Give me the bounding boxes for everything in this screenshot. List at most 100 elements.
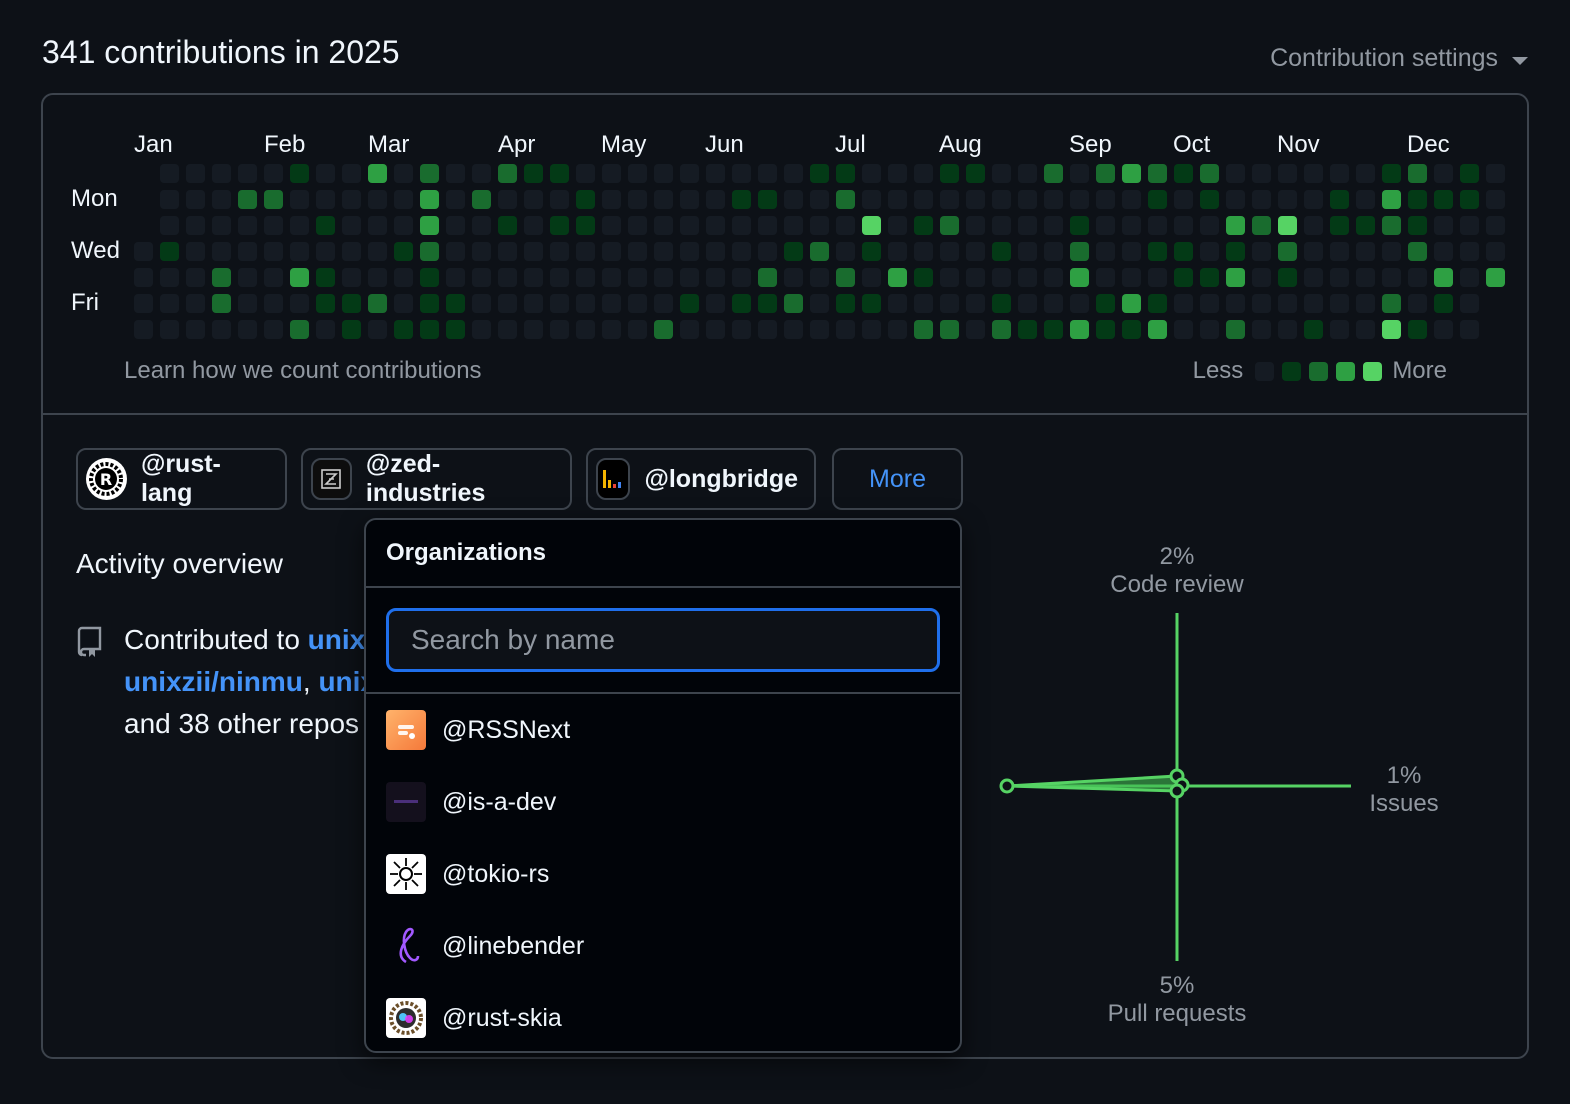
contribution-day[interactable] [1226,320,1245,339]
contribution-day[interactable] [1304,294,1323,313]
contribution-day[interactable] [706,216,725,235]
contribution-day[interactable] [1382,190,1401,209]
contribution-day[interactable] [186,294,205,313]
contribution-day[interactable] [992,164,1011,183]
contribution-day[interactable] [862,164,881,183]
contribution-day[interactable] [238,164,257,183]
contribution-day[interactable] [212,320,231,339]
contribution-day[interactable] [1330,268,1349,287]
contribution-day[interactable] [628,190,647,209]
contribution-day[interactable] [1096,320,1115,339]
contribution-day[interactable] [1122,190,1141,209]
contribution-day[interactable] [914,190,933,209]
contribution-day[interactable] [394,190,413,209]
contribution-day[interactable] [1252,320,1271,339]
contribution-day[interactable] [914,268,933,287]
contribution-day[interactable] [862,242,881,261]
contribution-day[interactable] [862,320,881,339]
contribution-day[interactable] [1018,216,1037,235]
contribution-day[interactable] [1356,164,1375,183]
contribution-day[interactable] [1408,268,1427,287]
contribution-day[interactable] [472,190,491,209]
contribution-day[interactable] [940,320,959,339]
contribution-day[interactable] [1200,190,1219,209]
contribution-day[interactable] [524,190,543,209]
contribution-day[interactable] [836,216,855,235]
contribution-day[interactable] [706,320,725,339]
contribution-day[interactable] [784,242,803,261]
contribution-day[interactable] [1044,190,1063,209]
contribution-day[interactable] [1174,320,1193,339]
contribution-day[interactable] [1148,320,1167,339]
contribution-day[interactable] [914,164,933,183]
contribution-day[interactable] [758,164,777,183]
contribution-day[interactable] [472,164,491,183]
contribution-day[interactable] [1200,216,1219,235]
contribution-day[interactable] [446,190,465,209]
contribution-day[interactable] [1018,190,1037,209]
contribution-day[interactable] [264,320,283,339]
contribution-day[interactable] [160,320,179,339]
contribution-day[interactable] [992,294,1011,313]
contribution-day[interactable] [654,190,673,209]
contribution-day[interactable] [1200,242,1219,261]
contribution-day[interactable] [1148,294,1167,313]
contribution-day[interactable] [316,190,335,209]
contribution-day[interactable] [1070,268,1089,287]
repo-link[interactable]: unixzii/ninmu [124,666,303,697]
contribution-day[interactable] [342,216,361,235]
contribution-day[interactable] [888,216,907,235]
contribution-day[interactable] [836,320,855,339]
contribution-day[interactable] [1382,216,1401,235]
contribution-day[interactable] [914,294,933,313]
contribution-day[interactable] [420,268,439,287]
contribution-day[interactable] [576,294,595,313]
contribution-day[interactable] [1408,164,1427,183]
contribution-day[interactable] [810,190,829,209]
contribution-day[interactable] [1486,216,1505,235]
contribution-day[interactable] [1434,320,1453,339]
contribution-day[interactable] [1434,294,1453,313]
contribution-day[interactable] [394,320,413,339]
contribution-day[interactable] [576,242,595,261]
contribution-day[interactable] [1200,268,1219,287]
contribution-day[interactable] [1460,294,1479,313]
contribution-day[interactable] [1408,216,1427,235]
contribution-day[interactable] [238,242,257,261]
contribution-day[interactable] [680,242,699,261]
contribution-day[interactable] [602,320,621,339]
contribution-day[interactable] [602,268,621,287]
contribution-day[interactable] [524,242,543,261]
contribution-day[interactable] [498,268,517,287]
contribution-day[interactable] [1070,242,1089,261]
contribution-day[interactable] [290,190,309,209]
contribution-day[interactable] [1122,216,1141,235]
contribution-day[interactable] [1070,216,1089,235]
contribution-day[interactable] [342,294,361,313]
contribution-day[interactable] [238,320,257,339]
contribution-day[interactable] [1226,164,1245,183]
contribution-day[interactable] [992,242,1011,261]
contribution-day[interactable] [1018,294,1037,313]
contribution-day[interactable] [134,268,153,287]
contribution-day[interactable] [706,294,725,313]
contribution-day[interactable] [654,242,673,261]
contribution-day[interactable] [810,164,829,183]
contribution-day[interactable] [160,190,179,209]
contribution-day[interactable] [1486,242,1505,261]
repo-link[interactable]: unix [308,624,366,655]
contribution-day[interactable] [784,216,803,235]
contribution-day[interactable] [732,294,751,313]
contribution-day[interactable] [680,320,699,339]
contribution-day[interactable] [316,164,335,183]
contribution-day[interactable] [732,268,751,287]
contribution-settings-dropdown[interactable]: Contribution settings [1270,44,1528,73]
contribution-day[interactable] [810,294,829,313]
contribution-day[interactable] [446,164,465,183]
contribution-day[interactable] [420,294,439,313]
contribution-day[interactable] [1304,268,1323,287]
contribution-day[interactable] [1304,320,1323,339]
contribution-day[interactable] [1460,190,1479,209]
contribution-day[interactable] [784,320,803,339]
contribution-day[interactable] [602,216,621,235]
